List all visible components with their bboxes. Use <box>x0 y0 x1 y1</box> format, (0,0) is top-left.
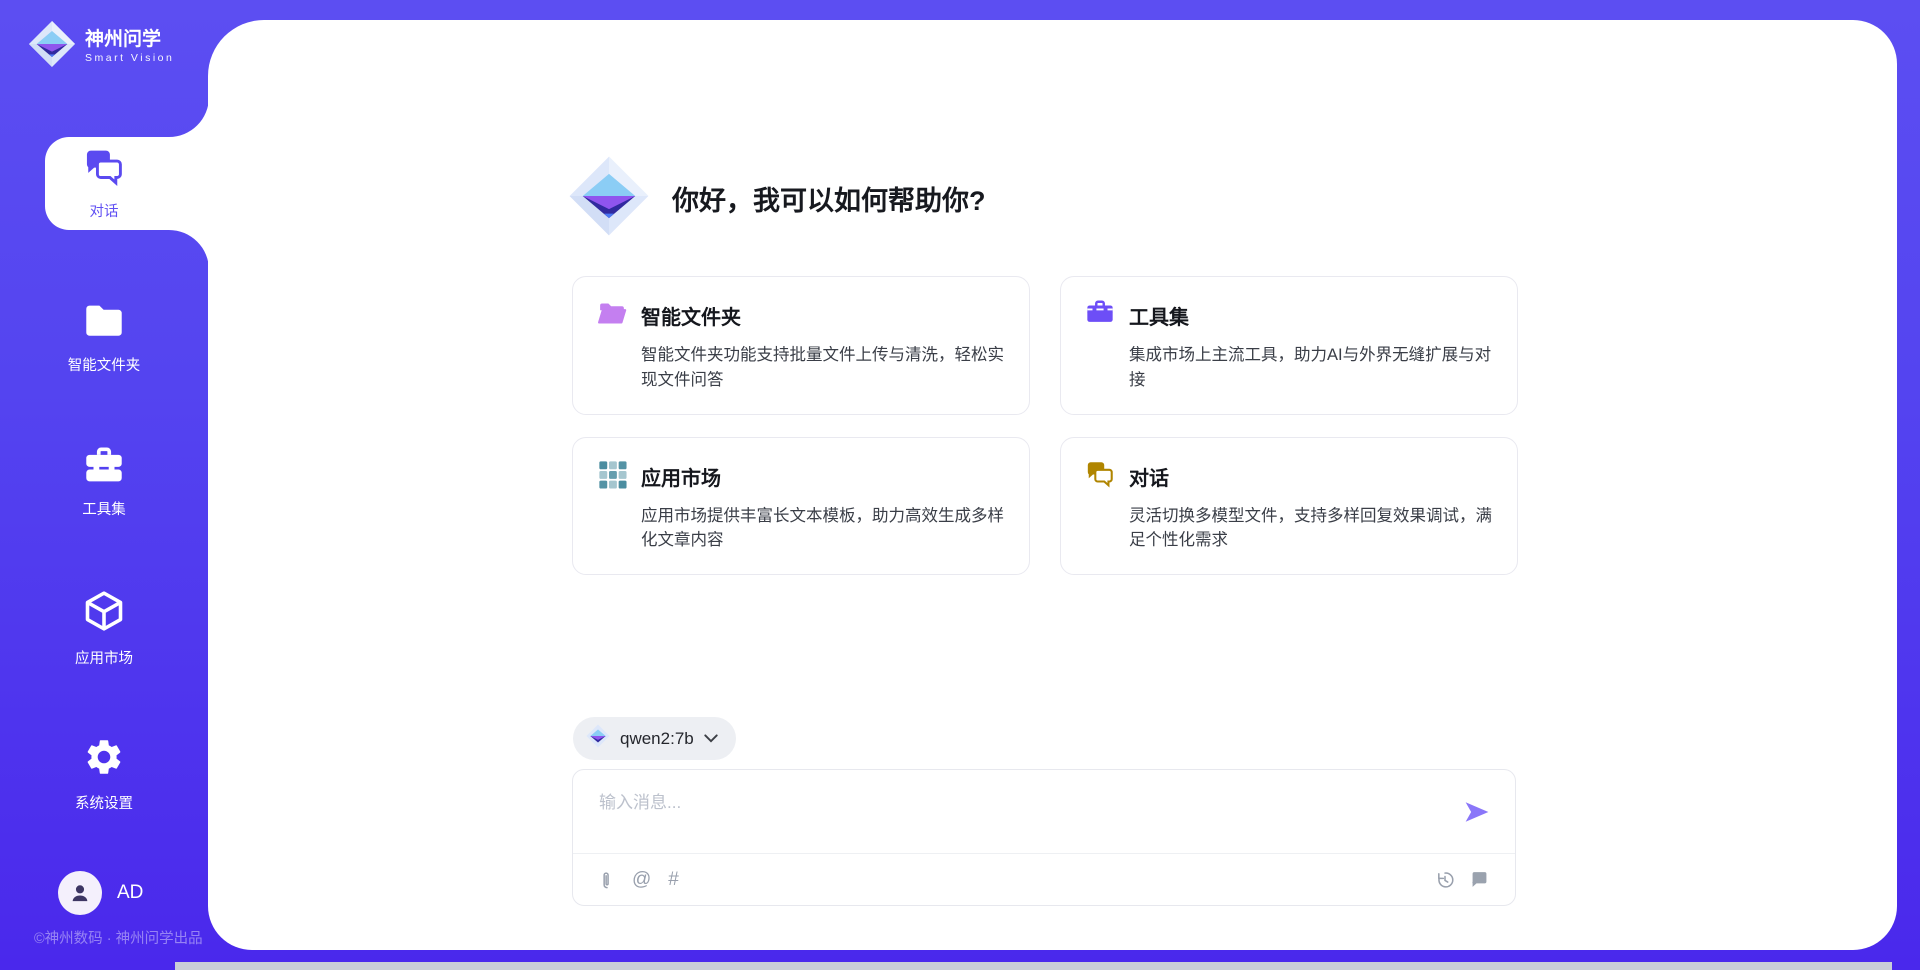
send-button[interactable] <box>1461 796 1493 828</box>
brand-diamond-icon <box>568 155 650 242</box>
at-icon[interactable]: @ <box>632 869 651 891</box>
card-app-market[interactable]: 应用市场 应用市场提供丰富长文本模板，助力高效生成多样化文章内容 <box>572 437 1030 576</box>
card-description: 智能文件夹功能支持批量文件上传与清洗，轻松实现文件问答 <box>641 343 1005 393</box>
sidebar-item-smart-folder[interactable]: 智能文件夹 <box>0 300 208 375</box>
chat-icon <box>82 146 126 193</box>
avatar <box>58 871 102 915</box>
composer-toolbar: @ # <box>599 854 1489 905</box>
send-icon <box>1464 800 1490 824</box>
comment-icon[interactable] <box>1470 870 1489 889</box>
sidebar-item-label: 系统设置 <box>75 792 133 813</box>
card-toolset[interactable]: 工具集 集成市场上主流工具，助力AI与外界无缝扩展与对接 <box>1060 276 1518 415</box>
app-subtitle: Smart Vision <box>85 52 174 64</box>
card-chat[interactable]: 对话 灵活切换多模型文件，支持多样回复效果调试，满足个性化需求 <box>1060 437 1518 576</box>
sidebar-item-toolset[interactable]: 工具集 <box>0 444 208 519</box>
gear-icon <box>83 736 125 783</box>
welcome-block: 你好，我可以如何帮助你? <box>568 155 986 242</box>
history-icon[interactable] <box>1435 870 1455 890</box>
card-title: 工具集 <box>1129 301 1189 330</box>
person-icon <box>67 880 93 906</box>
card-description: 应用市场提供丰富长文本模板，助力高效生成多样化文章内容 <box>641 504 1005 554</box>
app-logo: 神州问学 Smart Vision <box>28 20 174 73</box>
hash-icon[interactable]: # <box>668 869 679 891</box>
model-selector[interactable]: qwen2:7b <box>573 717 736 760</box>
sidebar-item-settings[interactable]: 系统设置 <box>0 736 208 813</box>
card-title: 对话 <box>1129 462 1169 491</box>
sidebar-item-label: 智能文件夹 <box>68 354 141 375</box>
card-description: 集成市场上主流工具，助力AI与外界无缝扩展与对接 <box>1129 343 1493 393</box>
message-input[interactable] <box>573 770 1433 850</box>
user-block[interactable]: AD <box>58 871 143 915</box>
toolbox-icon <box>83 444 125 489</box>
diamond-logo-icon <box>586 724 610 753</box>
folder-icon <box>83 300 125 345</box>
chevron-down-icon <box>704 730 718 748</box>
model-name: qwen2:7b <box>620 729 694 749</box>
grid-icon <box>597 459 627 494</box>
paperclip-icon[interactable] <box>599 868 615 891</box>
message-composer: @ # <box>572 769 1516 906</box>
sidebar-item-label: 应用市场 <box>75 647 133 668</box>
bottom-edge-strip <box>175 962 1892 970</box>
card-title: 智能文件夹 <box>641 301 741 330</box>
app-name: 神州问学 <box>85 29 174 51</box>
sidebar-item-label: 工具集 <box>82 498 126 519</box>
sidebar-item-label: 对话 <box>90 200 119 221</box>
main-content-panel: 你好，我可以如何帮助你? 智能文件夹 智能文件夹功能支持批量文件上传与清洗，轻松… <box>208 20 1897 950</box>
feature-cards: 智能文件夹 智能文件夹功能支持批量文件上传与清洗，轻松实现文件问答 工具集 <box>572 276 1518 575</box>
user-name: AD <box>117 882 143 904</box>
card-title: 应用市场 <box>641 462 721 491</box>
cube-icon <box>82 589 126 638</box>
card-description: 灵活切换多模型文件，支持多样回复效果调试，满足个性化需求 <box>1129 504 1493 554</box>
diamond-logo-icon <box>28 20 76 73</box>
sidebar-footer: ©神州数码 · 神州问学出品 <box>34 927 203 948</box>
sidebar-item-app-market[interactable]: 应用市场 <box>0 589 208 668</box>
greeting-title: 你好，我可以如何帮助你? <box>672 179 986 218</box>
folder-open-icon <box>597 298 627 333</box>
chat-bubbles-icon <box>1085 459 1115 494</box>
card-smart-folder[interactable]: 智能文件夹 智能文件夹功能支持批量文件上传与清洗，轻松实现文件问答 <box>572 276 1030 415</box>
sidebar-item-chat[interactable]: 对话 <box>45 137 163 230</box>
briefcase-icon <box>1085 298 1115 333</box>
